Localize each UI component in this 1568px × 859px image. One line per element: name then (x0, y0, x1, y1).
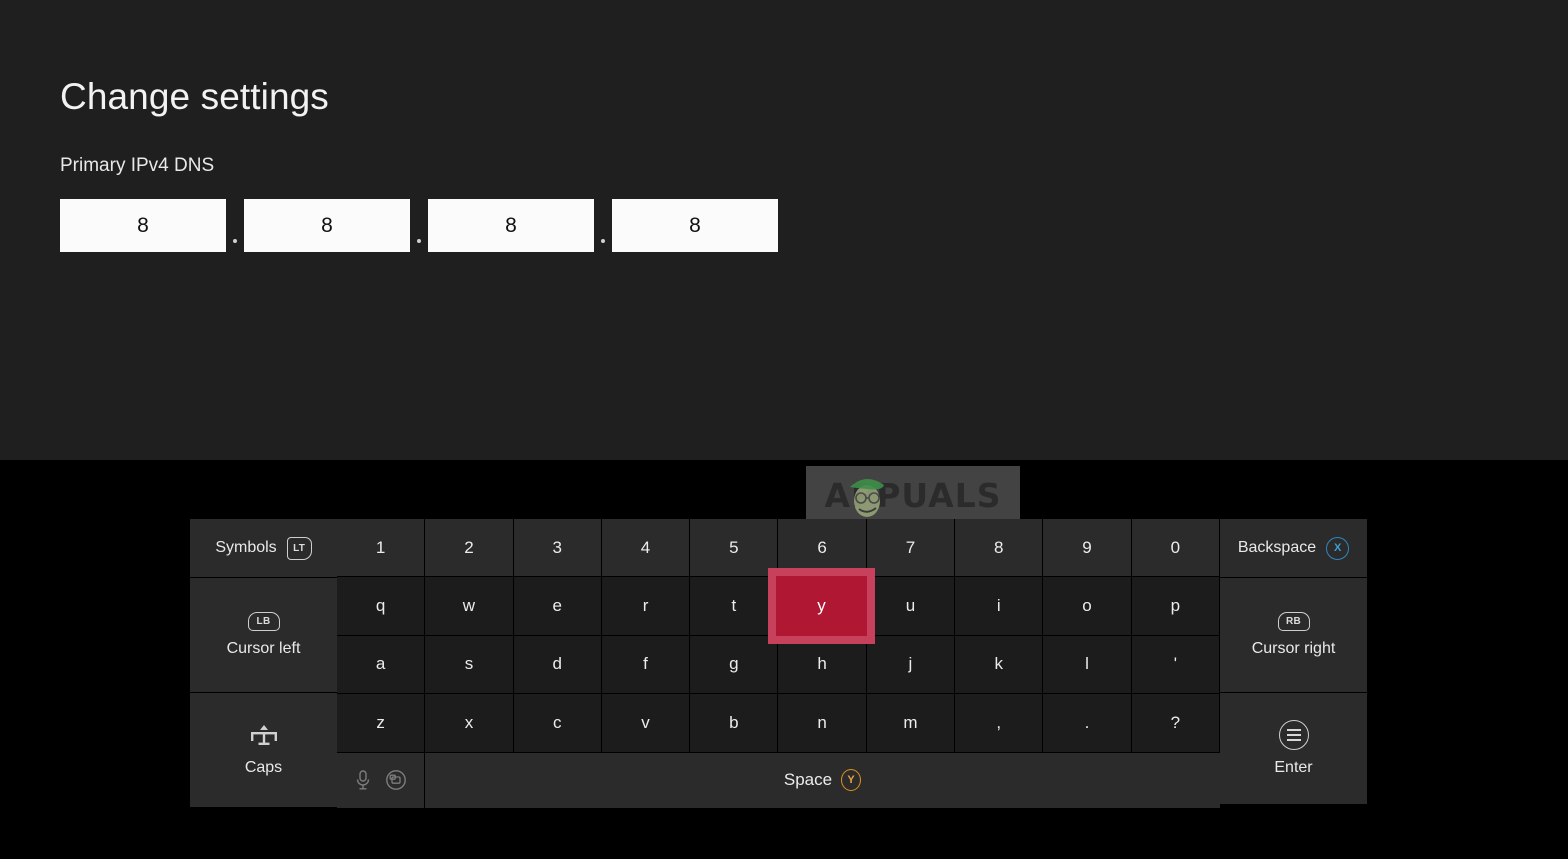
rb-bumper-icon: RB (1277, 612, 1310, 631)
octet-input-4[interactable]: 8 (612, 199, 778, 252)
key-3[interactable]: 3 (513, 519, 602, 578)
keyboard-right-controls: Backspace X RB Cursor right Enter (1220, 519, 1367, 808)
y-button-icon: Y (841, 769, 862, 792)
ipv4-octet-row: 8 8 8 8 (60, 199, 778, 252)
key-7[interactable]: 7 (866, 519, 956, 578)
key-v[interactable]: v (601, 694, 691, 753)
key-cursor-left-label: Cursor left (226, 640, 301, 657)
keyboard-row-numbers: 1 2 3 4 5 6 7 8 9 0 (337, 519, 1220, 578)
key-s[interactable]: s (425, 635, 514, 695)
key-space[interactable]: Space Y (425, 752, 1220, 808)
keyboard-row-top-letters: q w e r t y u i o p (337, 577, 1220, 636)
key-0[interactable]: 0 (1131, 519, 1220, 578)
key-9[interactable]: 9 (1043, 519, 1132, 578)
menu-circle-icon (1278, 720, 1309, 750)
input-mode-icons (337, 752, 425, 808)
key-p[interactable]: p (1131, 577, 1220, 636)
appuals-mascot-icon (850, 478, 884, 517)
keyboard-row-home-letters: a s d f g h j k l ' (337, 635, 1220, 695)
key-l[interactable]: l (1043, 635, 1132, 695)
key-j[interactable]: j (866, 635, 956, 695)
microphone-icon[interactable] (355, 769, 371, 791)
key-space-label: Space (783, 770, 833, 790)
key-backspace-label: Backspace (1237, 539, 1317, 556)
key-b[interactable]: b (690, 694, 779, 753)
x-button-icon: X (1326, 536, 1350, 560)
octet-input-3[interactable]: 8 (428, 199, 594, 252)
key-o[interactable]: o (1043, 577, 1132, 636)
key-d[interactable]: d (513, 635, 602, 695)
key-m[interactable]: m (866, 694, 956, 753)
octet-input-1[interactable]: 8 (60, 199, 226, 252)
key-e[interactable]: e (513, 577, 602, 636)
onscreen-keyboard: Symbols LT LB Cursor left Caps 1 2 3 4 5… (190, 519, 1367, 808)
key-y[interactable]: y (778, 577, 867, 636)
lb-bumper-icon: LB (247, 612, 280, 631)
key-cursor-right-label: Cursor right (1251, 640, 1336, 657)
key-c[interactable]: c (513, 694, 602, 753)
octet-separator-3 (594, 199, 612, 252)
key-u[interactable]: u (866, 577, 956, 636)
screen-root: Change settings Primary IPv4 DNS 8 8 8 8… (0, 0, 1568, 859)
key-x[interactable]: x (425, 694, 514, 753)
key-t[interactable]: t (690, 577, 779, 636)
emoji-panel-icon[interactable] (385, 769, 407, 791)
caps-dpad-icon (250, 724, 277, 745)
key-enter[interactable]: Enter (1220, 693, 1367, 805)
keyboard-row-bottom-letters: z x c v b n m , . ? (337, 694, 1220, 753)
key-enter-label: Enter (1274, 759, 1313, 776)
key-q[interactable]: q (337, 577, 426, 636)
key-comma[interactable]: , (955, 694, 1044, 753)
appuals-watermark: APPUALS (806, 466, 1020, 524)
key-cursor-right[interactable]: RB Cursor right (1220, 578, 1367, 693)
key-z[interactable]: z (337, 694, 426, 753)
key-a[interactable]: a (337, 635, 426, 695)
key-k[interactable]: k (955, 635, 1044, 695)
key-caps[interactable]: Caps (190, 693, 337, 808)
keyboard-left-controls: Symbols LT LB Cursor left Caps (190, 519, 337, 808)
key-1[interactable]: 1 (337, 519, 426, 578)
settings-panel: Change settings Primary IPv4 DNS 8 8 8 8 (0, 0, 1568, 460)
page-title: Change settings (60, 76, 329, 117)
key-caps-label: Caps (244, 758, 283, 776)
key-6[interactable]: 6 (778, 519, 867, 578)
keyboard-key-grid: 1 2 3 4 5 6 7 8 9 0 q w e r t y u i o p … (337, 519, 1220, 808)
key-backspace[interactable]: Backspace X (1220, 519, 1367, 578)
key-symbols-label: Symbols (215, 539, 277, 556)
key-2[interactable]: 2 (425, 519, 514, 578)
octet-separator-2 (410, 199, 428, 252)
key-w[interactable]: w (425, 577, 514, 636)
key-i[interactable]: i (955, 577, 1044, 636)
key-period[interactable]: . (1043, 694, 1132, 753)
key-question[interactable]: ? (1131, 694, 1220, 753)
key-r[interactable]: r (601, 577, 691, 636)
key-f[interactable]: f (601, 635, 691, 695)
key-h[interactable]: h (778, 635, 867, 695)
lt-trigger-icon: LT (286, 536, 312, 560)
key-apostrophe[interactable]: ' (1131, 635, 1220, 695)
octet-separator-1 (226, 199, 244, 252)
key-8[interactable]: 8 (955, 519, 1044, 578)
key-cursor-left[interactable]: LB Cursor left (190, 578, 337, 693)
keyboard-row-space: Space Y (337, 752, 1220, 808)
key-symbols[interactable]: Symbols LT (190, 519, 337, 578)
key-4[interactable]: 4 (601, 519, 691, 578)
key-n[interactable]: n (778, 694, 867, 753)
octet-input-2[interactable]: 8 (244, 199, 410, 252)
field-label-primary-ipv4-dns: Primary IPv4 DNS (60, 155, 215, 176)
key-g[interactable]: g (690, 635, 779, 695)
key-5[interactable]: 5 (690, 519, 779, 578)
